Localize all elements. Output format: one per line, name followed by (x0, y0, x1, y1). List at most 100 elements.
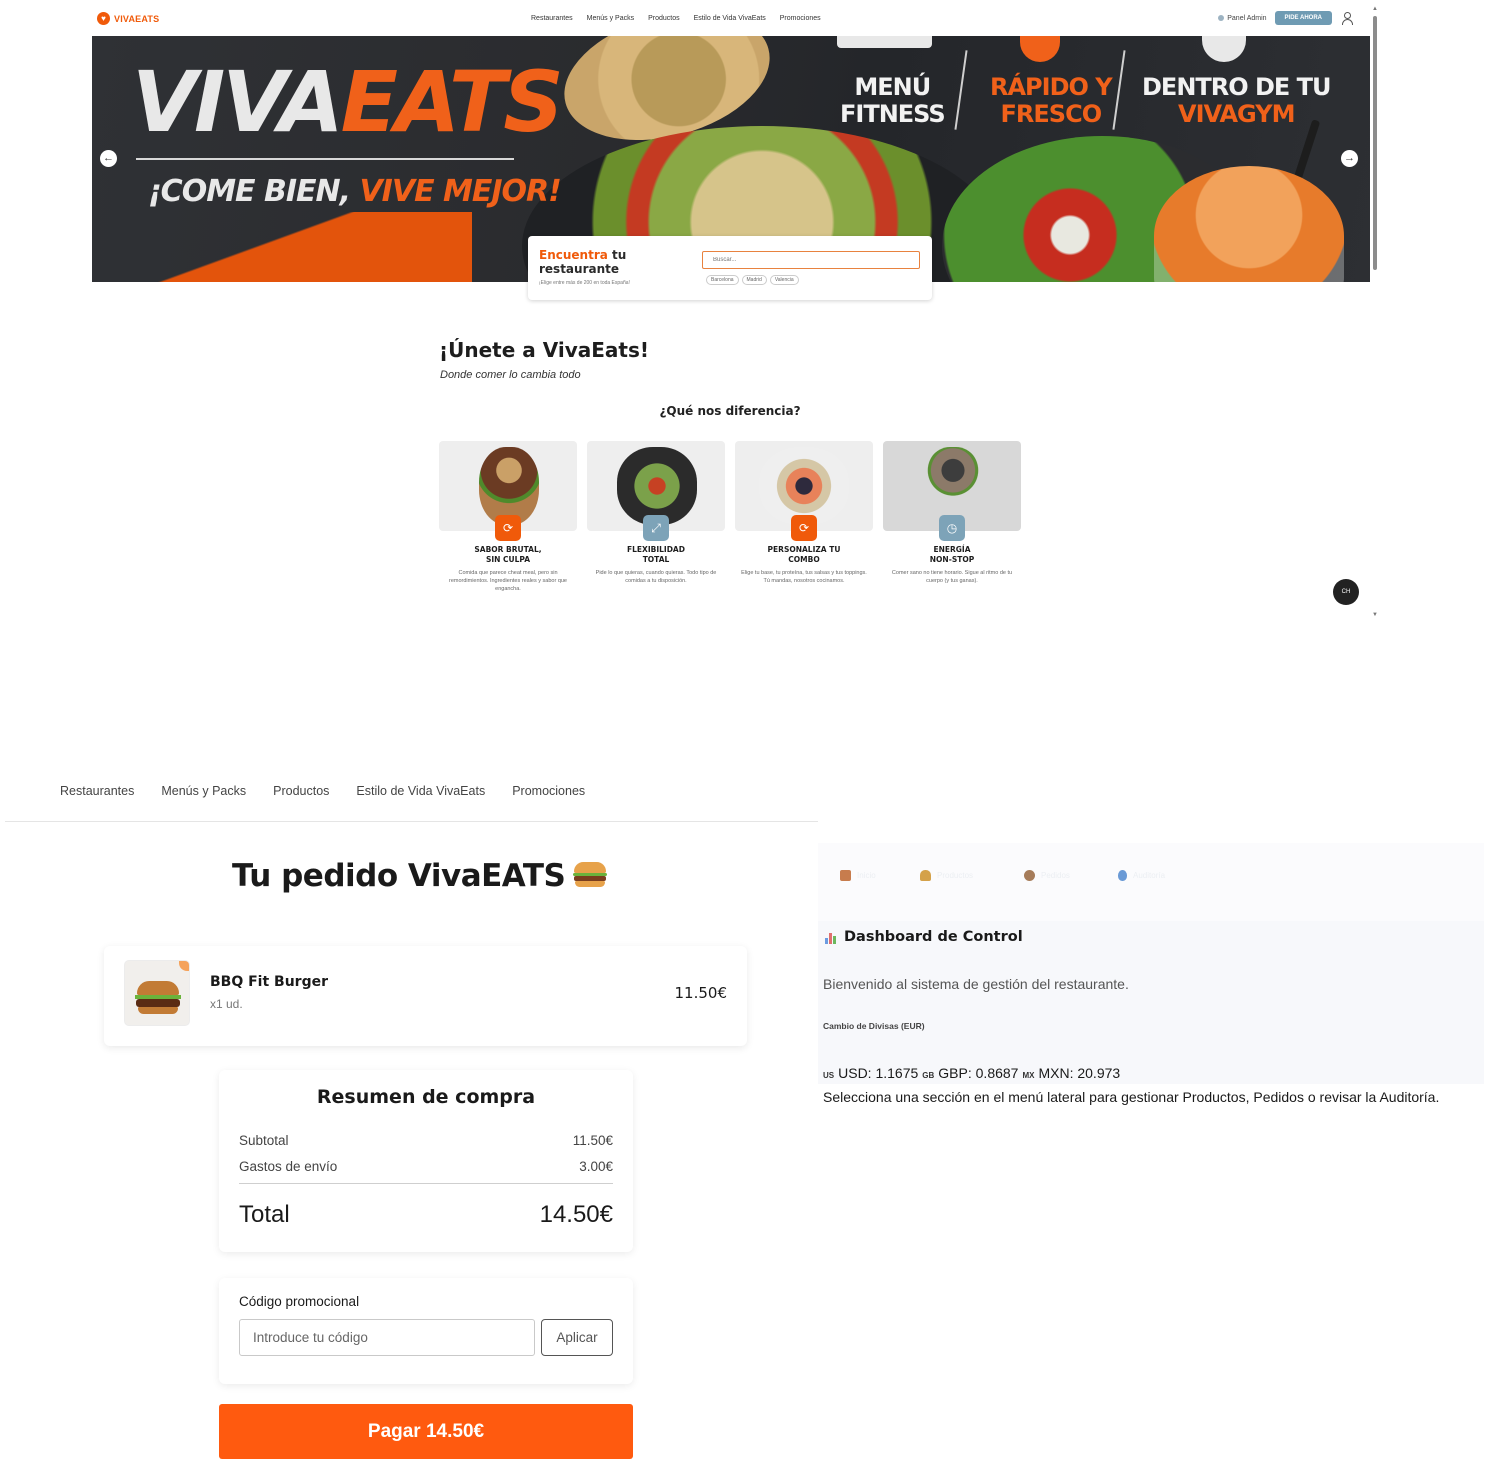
nav-divider (5, 821, 818, 822)
hero-separator (1112, 50, 1126, 130)
pay-button[interactable]: Pagar 14.50€ (219, 1404, 633, 1459)
refresh-icon: ⟳ (495, 515, 521, 541)
finder-title-rest: tu (607, 248, 627, 262)
nav-menus-packs[interactable]: Menús y Packs (587, 15, 634, 22)
fx-label: Cambio de Divisas (EUR) (823, 1021, 925, 1031)
city-chips: Barcelona Madrid Valencia (706, 275, 799, 285)
nav-productos[interactable]: Productos (273, 784, 329, 798)
summary-divider (239, 1183, 613, 1184)
brand-name: VIVAEATS (114, 13, 160, 24)
carousel-next-icon[interactable]: → (1341, 150, 1358, 167)
hero-brand-orange: EATS (340, 53, 564, 151)
differentiators-title: ¿Qué nos diferencia? (659, 404, 801, 418)
summary-title: Resumen de compra (316, 1086, 536, 1108)
feature-description: Comer sano no tiene horario. Sigue al ri… (891, 570, 1013, 584)
feature-title-line2: NON-STOP (929, 555, 975, 564)
nav-estilo-vida[interactable]: Estilo de Vida VivaEats (694, 15, 766, 22)
item-quantity: x1 ud. (210, 997, 243, 1011)
page-scrollbar[interactable]: ▲ ▼ (1372, 6, 1378, 618)
total-row: Total 14.50€ (239, 1201, 613, 1229)
subtotal-label: Subtotal (239, 1133, 289, 1148)
item-name: BBQ Fit Burger (210, 974, 329, 990)
tab-inicio[interactable]: Inicio (840, 870, 876, 881)
restaurant-search-input[interactable] (702, 251, 920, 269)
shipping-row: Gastos de envío 3.00€ (239, 1159, 613, 1174)
hero-tag-rapido: RÁPIDO Y FRESCO (990, 73, 1113, 128)
city-chip-madrid[interactable]: Madrid (741, 275, 767, 285)
tab-label: Inicio (857, 871, 876, 880)
tag1-line1: MENÚ (854, 73, 931, 101)
nav-estilo-vida[interactable]: Estilo de Vida VivaEats (356, 784, 485, 798)
feature-title-line2: COMBO (788, 555, 820, 564)
package-icon (1024, 870, 1035, 881)
panel-admin-link[interactable]: Panel Admin (1218, 14, 1267, 22)
tab-productos[interactable]: Productos (920, 870, 973, 881)
panel-admin-label: Panel Admin (1227, 14, 1267, 22)
bar-chart-icon (824, 931, 838, 944)
nav-restaurantes[interactable]: Restaurantes (60, 784, 134, 798)
admin-tabs: Inicio Productos Pedidos Auditoría (818, 843, 1484, 921)
finder-title-line2: restaurante (539, 262, 620, 276)
subtotal-value: 11.50€ (572, 1133, 613, 1148)
feature-cards: ⟳ SABOR BRUTAL, SIN CULPA Comida que pare… (439, 441, 1021, 593)
city-chip-valencia[interactable]: Valencia (769, 275, 799, 285)
pide-ahora-button[interactable]: PIDE AHORA (1274, 11, 1332, 25)
item-price: 11.50€ (674, 984, 728, 1002)
fx-rates: US USD: 1.1675 GB GBP: 0.8687 MX MXN: 20.97… (823, 1065, 1120, 1081)
hero-separator (954, 50, 968, 130)
apply-promo-button[interactable]: Aplicar (541, 1319, 613, 1356)
brand-logo[interactable]: ♥ VIVAEATS (97, 12, 159, 25)
tab-auditoria[interactable]: Auditoría (1118, 870, 1165, 881)
fx-usd: USD: 1.1675 (838, 1065, 919, 1081)
order-summary: Resumen de compra Subtotal 11.50€ Gastos… (219, 1070, 633, 1252)
section-hint: Selecciona una sección en el menú latera… (823, 1089, 1440, 1105)
feature-card-flexibilidad: ⤢ FLEXIBILIDAD TOTAL Pide lo que quieras,… (587, 441, 725, 593)
hero-divider (136, 158, 514, 160)
heart-icon: ♥ (97, 12, 110, 25)
shipping-label: Gastos de envío (239, 1159, 338, 1174)
house-icon (840, 870, 851, 881)
promo-code-input[interactable] (239, 1319, 535, 1356)
refresh-icon: ⟳ (791, 515, 817, 541)
user-icon[interactable] (1340, 11, 1354, 25)
hero-tag-vivagym: DENTRO DE TU VIVAGYM (1142, 74, 1332, 128)
location-pin-icon (1202, 36, 1246, 62)
feature-card-personaliza: ⟳ PERSONALIZA TU COMBO Elige tu base, tu … (735, 441, 873, 593)
nav-promociones[interactable]: Promociones (512, 784, 585, 798)
hero-brand-text: VIVAEATS (132, 60, 564, 144)
dashboard-panel: Dashboard de Control Bienvenido al siste… (818, 921, 1484, 1084)
scroll-down-icon[interactable]: ▼ (1372, 612, 1378, 618)
tag2-line1: RÁPIDO Y (990, 73, 1113, 101)
cart-screenshot: Restaurantes Menús y Packs Productos Est… (0, 770, 820, 1459)
nav-productos[interactable]: Productos (648, 15, 680, 22)
burger-icon (920, 870, 931, 881)
mx-flag-icon: MX (1022, 1071, 1035, 1080)
stopwatch-icon (1020, 36, 1060, 62)
hero-slogan: ¡COME BIEN, VIVE MEJOR! (148, 174, 562, 209)
nav-promociones[interactable]: Promociones (780, 15, 821, 22)
shield-icon (1118, 870, 1127, 881)
total-value: 14.50€ (539, 1201, 613, 1228)
feature-title-line1: ENERGÍA (933, 545, 971, 554)
nav-restaurantes[interactable]: Restaurantes (531, 15, 573, 22)
carousel-prev-icon[interactable]: ← (100, 150, 117, 167)
restaurant-finder: Encuentra tu restaurante ¡Elige entre más… (528, 236, 932, 300)
promo-code-box: Código promocional Aplicar (219, 1278, 633, 1384)
nav-menus-packs[interactable]: Menús y Packs (161, 784, 246, 798)
join-title: ¡Únete a VivaEats! (439, 338, 649, 362)
shipping-value: 3.00€ (579, 1159, 613, 1174)
welcome-text: Bienvenido al sistema de gestión del res… (823, 976, 1129, 992)
feature-title-line2: SIN CULPA (485, 555, 531, 564)
dashboard-title-text: Dashboard de Control (844, 929, 1023, 945)
hero-orange-accent (92, 212, 472, 282)
feature-description: Pide lo que quieras, cuando quieras. Tod… (595, 570, 717, 584)
cart-title: Tu pedido VivaEATS (232, 858, 608, 894)
tab-pedidos[interactable]: Pedidos (1024, 870, 1070, 881)
expand-icon: ⤢ (643, 515, 669, 541)
finder-subtitle: ¡Elige entre más de 200 en toda España! (539, 280, 630, 286)
chat-button[interactable]: CH (1333, 579, 1359, 605)
scroll-thumb[interactable] (1373, 16, 1377, 270)
city-chip-barcelona[interactable]: Barcelona (706, 275, 739, 285)
feature-title: ENERGÍA NON-STOP (883, 545, 1021, 565)
scroll-up-icon[interactable]: ▲ (1372, 6, 1378, 12)
